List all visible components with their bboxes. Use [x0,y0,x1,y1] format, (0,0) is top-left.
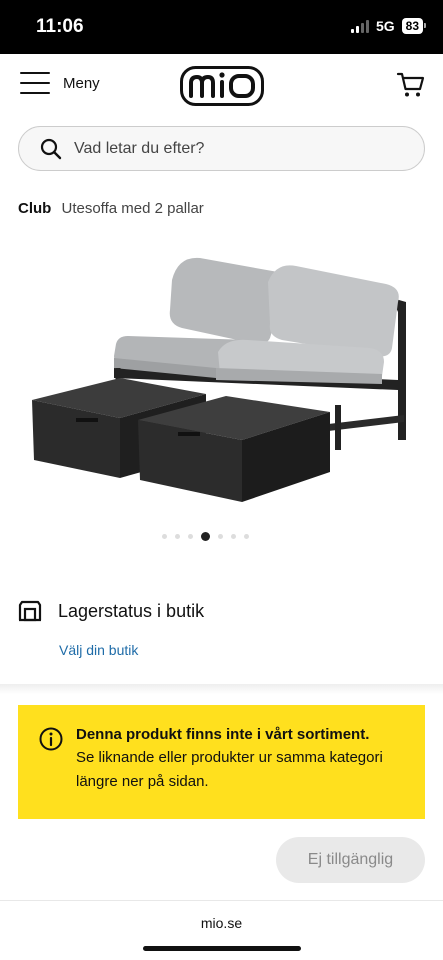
mio-logo[interactable] [180,66,264,106]
carousel-dot[interactable] [218,534,223,539]
unavailable-button[interactable]: Ej tillgänglig [276,837,425,883]
stock-title: Lagerstatus i butik [58,600,205,621]
menu-label: Meny [63,74,100,92]
notice-headline: Denna produkt finns inte i vårt sortimen… [76,726,370,743]
cart-icon[interactable] [396,69,426,99]
section-divider [0,684,443,694]
discontinued-notice: Denna produkt finns inte i vårt sortimen… [18,705,425,819]
network-type: 5G [375,18,395,34]
carousel-dot[interactable] [188,534,193,539]
info-icon [39,727,63,751]
carousel-dot[interactable] [231,534,236,539]
carousel-dot-active[interactable] [201,532,210,541]
store-icon [18,600,42,622]
browser-bar: mio.se [0,900,443,960]
notice-body: Se liknande eller produkter ur samma kat… [76,749,383,790]
product-title: Club Utesoffa med 2 pallar [18,200,204,217]
carousel-dot[interactable] [162,534,167,539]
carousel-dot[interactable] [244,534,249,539]
status-bar: 11:06 5G 83 [0,0,443,54]
hamburger-icon [20,72,50,94]
battery-icon: 83 [401,18,427,34]
product-image[interactable] [20,240,423,515]
clock: 11:06 [36,16,84,37]
carousel-dot[interactable] [175,534,180,539]
product-brand: Club [18,200,52,217]
search-placeholder: Vad letar du efter? [74,139,205,157]
signal-icon [350,19,369,33]
product-name: Utesoffa med 2 pallar [61,200,204,217]
search-input[interactable]: Vad letar du efter? [18,126,425,171]
stock-status: Lagerstatus i butik [18,600,204,622]
home-indicator[interactable] [143,946,301,951]
search-icon [40,138,62,159]
site-header: Meny [0,54,443,118]
menu-button[interactable]: Meny [20,72,100,94]
choose-store-link[interactable]: Välj din butik [59,642,138,658]
carousel-dots [162,532,249,541]
url-domain[interactable]: mio.se [0,915,443,931]
